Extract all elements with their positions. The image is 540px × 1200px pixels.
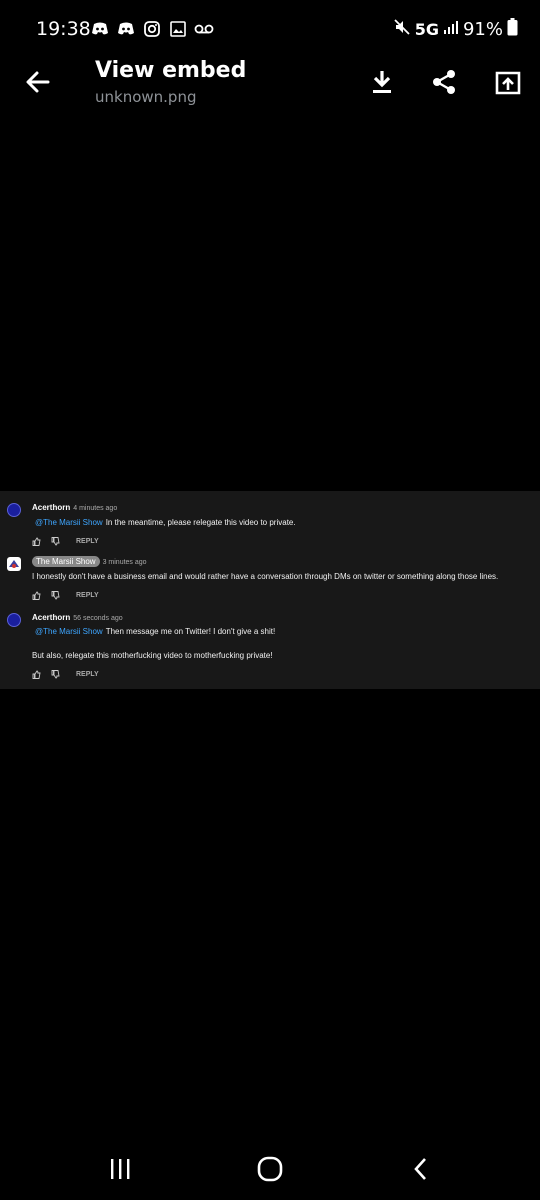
navigation-bar bbox=[0, 1140, 540, 1200]
comment-text: @The Marsii Show In the meantime, please … bbox=[35, 518, 296, 527]
open-external-icon bbox=[495, 71, 521, 95]
thumbs-up-icon bbox=[32, 591, 41, 600]
recent-apps-icon bbox=[111, 1159, 130, 1179]
signal-icon bbox=[443, 19, 459, 40]
thumbs-down-icon bbox=[51, 670, 60, 679]
network-label: 5G bbox=[414, 20, 439, 39]
back-icon bbox=[414, 1158, 426, 1180]
recent-apps-button[interactable] bbox=[102, 1154, 138, 1184]
battery-percent: 91% bbox=[462, 19, 503, 40]
comment-timestamp: 3 minutes ago bbox=[102, 559, 147, 566]
instagram-icon bbox=[142, 19, 162, 39]
battery-icon bbox=[507, 18, 518, 41]
thumbs-down-icon bbox=[51, 537, 60, 546]
comment-author: The Marsii Show 3 minutes ago bbox=[32, 556, 147, 567]
comment-body: Then message me on Twitter! I don't give… bbox=[105, 627, 276, 636]
author-name: Acerthorn bbox=[32, 613, 71, 622]
home-icon bbox=[257, 1156, 283, 1182]
thumbs-up-icon bbox=[32, 670, 41, 679]
comment-timestamp: 4 minutes ago bbox=[73, 505, 118, 512]
discord-icon bbox=[90, 19, 110, 39]
comment-actions: REPLY bbox=[32, 591, 99, 600]
notification-icons bbox=[90, 19, 214, 39]
comment-actions: REPLY bbox=[32, 537, 99, 546]
share-icon bbox=[433, 70, 455, 94]
download-button[interactable] bbox=[366, 66, 398, 98]
mute-icon bbox=[393, 18, 411, 41]
home-button[interactable] bbox=[252, 1154, 288, 1184]
avatar bbox=[7, 557, 21, 571]
comment-text: @The Marsii Show Then message me on Twitt… bbox=[35, 627, 275, 636]
status-bar: 19:38 5G 91% bbox=[0, 0, 540, 60]
avatar bbox=[7, 503, 21, 517]
page-title: View embed bbox=[95, 58, 247, 83]
app-bar: View embed unknown.png bbox=[0, 56, 540, 112]
mention: @The Marsii Show bbox=[35, 627, 103, 636]
comment-author: Acerthorn 4 minutes ago bbox=[32, 503, 117, 512]
comment-body-line2: But also, relegate this motherfucking vi… bbox=[32, 651, 273, 660]
avatar bbox=[7, 613, 21, 627]
comment-actions: REPLY bbox=[32, 670, 99, 679]
comment-timestamp: 56 seconds ago bbox=[73, 615, 123, 622]
system-back-button[interactable] bbox=[403, 1154, 439, 1184]
reply-link: REPLY bbox=[76, 592, 99, 599]
arrow-left-icon bbox=[26, 71, 50, 93]
open-external-button[interactable] bbox=[492, 66, 524, 98]
reply-link: REPLY bbox=[76, 671, 99, 678]
embed-image[interactable]: Acerthorn 4 minutes ago @The Marsii Show I… bbox=[0, 491, 540, 689]
reply-link: REPLY bbox=[76, 538, 99, 545]
back-button[interactable] bbox=[20, 64, 56, 100]
thumbs-down-icon bbox=[51, 591, 60, 600]
thumbs-up-icon bbox=[32, 537, 41, 546]
voicemail-icon bbox=[194, 19, 214, 39]
author-name: Acerthorn bbox=[32, 503, 71, 512]
image-icon bbox=[168, 19, 188, 39]
discord-icon bbox=[116, 19, 136, 39]
comment-author: Acerthorn 56 seconds ago bbox=[32, 613, 123, 622]
download-icon bbox=[373, 71, 391, 93]
status-right: 5G 91% bbox=[393, 18, 518, 41]
mention: @The Marsii Show bbox=[35, 518, 103, 527]
share-button[interactable] bbox=[428, 66, 460, 98]
author-name: The Marsii Show bbox=[32, 556, 100, 567]
file-name: unknown.png bbox=[95, 88, 197, 106]
comment-body: In the meantime, please relegate this vi… bbox=[105, 518, 296, 527]
comment-body: I honestly don't have a business email a… bbox=[32, 572, 499, 581]
status-time: 19:38 bbox=[36, 18, 91, 40]
